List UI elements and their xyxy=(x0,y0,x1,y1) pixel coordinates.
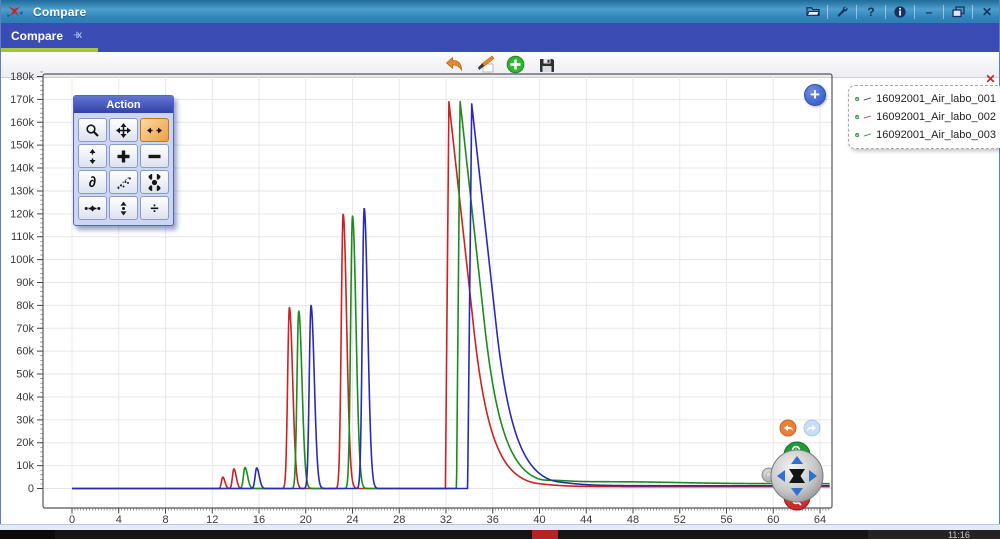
action-scale-y-button[interactable] xyxy=(78,144,107,168)
series-label: 16092001_Air_labo_001 xyxy=(876,93,996,105)
y-tick-label: 40k xyxy=(16,391,34,403)
action-measure-y-button[interactable] xyxy=(109,196,138,220)
navigation-compass xyxy=(757,416,825,513)
series-line-swatch xyxy=(863,94,872,104)
titlebar: Compare ? – ✕ xyxy=(1,0,999,23)
tab-label: Compare xyxy=(11,29,63,43)
action-zoom-button[interactable] xyxy=(78,118,107,142)
app-window: Compare ?–✕ Compare x + 0481216202428323… xyxy=(0,0,1000,539)
series-label: 16092001_Air_labo_003 xyxy=(876,129,996,141)
y-tick-label: 50k xyxy=(16,369,34,381)
visible-check-icon[interactable] xyxy=(855,111,859,123)
y-tick-label: 60k xyxy=(16,346,34,358)
action-derivative-button[interactable]: ∂ xyxy=(78,170,107,194)
y-tick-label: 20k xyxy=(16,437,34,449)
series-line-swatch xyxy=(863,112,872,122)
action-palette-title: Action xyxy=(74,96,173,113)
tools-icon[interactable] xyxy=(830,3,854,21)
app-logo-icon xyxy=(5,4,27,20)
taskbar-segment xyxy=(0,530,55,539)
new-tab-button[interactable]: + xyxy=(73,27,81,42)
window-title: Compare xyxy=(33,5,86,19)
visible-check-icon[interactable] xyxy=(855,93,859,105)
history-back-button[interactable] xyxy=(780,420,796,436)
y-tick-label: 10k xyxy=(16,460,34,472)
action-pan-button[interactable] xyxy=(109,118,138,142)
titlebar-separator xyxy=(972,5,973,19)
series-16092001_Air_labo_003[interactable] xyxy=(72,102,830,489)
tabbar: Compare x + xyxy=(1,23,999,52)
help-icon[interactable]: ? xyxy=(859,3,883,21)
action-scale-x-button[interactable] xyxy=(140,118,169,142)
y-tick-label: 90k xyxy=(16,277,34,289)
open-folder-icon[interactable] xyxy=(801,3,825,21)
y-tick-label: 170k xyxy=(10,94,34,106)
titlebar-separator xyxy=(856,5,857,19)
taskbar[interactable]: 11:16 xyxy=(0,530,1000,539)
titlebar-separator xyxy=(827,5,828,19)
y-tick-label: 150k xyxy=(10,140,34,152)
add-overlay-button[interactable]: + xyxy=(804,84,826,106)
titlebar-separator xyxy=(885,5,886,19)
visible-check-icon[interactable] xyxy=(855,129,859,141)
series-label: 16092001_Air_labo_002 xyxy=(876,111,996,123)
y-tick-label: 140k xyxy=(10,163,34,175)
series-line-swatch xyxy=(863,130,872,140)
legend-item[interactable]: 16092001_Air_labo_003 xyxy=(855,126,996,144)
action-expand-button[interactable] xyxy=(140,170,169,194)
y-tick-label: 100k xyxy=(10,254,34,266)
titlebar-separator xyxy=(943,5,944,19)
action-measure-x-button[interactable] xyxy=(78,196,107,220)
y-tick-label: 70k xyxy=(16,323,34,335)
taskbar-active-item[interactable] xyxy=(532,530,558,539)
legend-item[interactable]: 16092001_Air_labo_002 xyxy=(855,108,996,126)
history-forward-button[interactable] xyxy=(804,420,820,436)
y-tick-label: 80k xyxy=(16,300,34,312)
minimize-button[interactable]: – xyxy=(917,3,941,21)
restore-button[interactable] xyxy=(946,3,970,21)
info-icon[interactable] xyxy=(888,3,912,21)
action-subtract-button[interactable] xyxy=(140,144,169,168)
taskbar-tray xyxy=(868,530,1000,539)
y-tick-label: 130k xyxy=(10,185,34,197)
action-smooth-button[interactable] xyxy=(109,170,138,194)
y-tick-label: 110k xyxy=(11,231,35,243)
action-palette: Action ∂ ÷ xyxy=(73,95,174,226)
y-tick-label: 180k xyxy=(10,71,34,83)
action-divide-button[interactable]: ÷ xyxy=(140,196,169,220)
y-tick-label: 30k xyxy=(16,414,34,426)
y-tick-label: 120k xyxy=(10,208,34,220)
series-16092001_Air_labo_001[interactable] xyxy=(72,104,830,489)
legend-close-button[interactable]: ✕ xyxy=(984,73,997,86)
y-tick-label: 160k xyxy=(10,117,34,129)
legend-panel: 16092001_Air_labo_001 16092001_Air_labo_0… xyxy=(848,85,1000,149)
action-add-button[interactable] xyxy=(109,144,138,168)
series-16092001_Air_labo_002[interactable] xyxy=(72,102,830,489)
close-button[interactable]: ✕ xyxy=(975,3,999,21)
legend-item[interactable]: 16092001_Air_labo_001 xyxy=(855,90,996,108)
y-tick-label: 0 xyxy=(28,483,34,495)
titlebar-separator xyxy=(914,5,915,19)
taskbar-clock: 11:16 xyxy=(948,530,970,539)
